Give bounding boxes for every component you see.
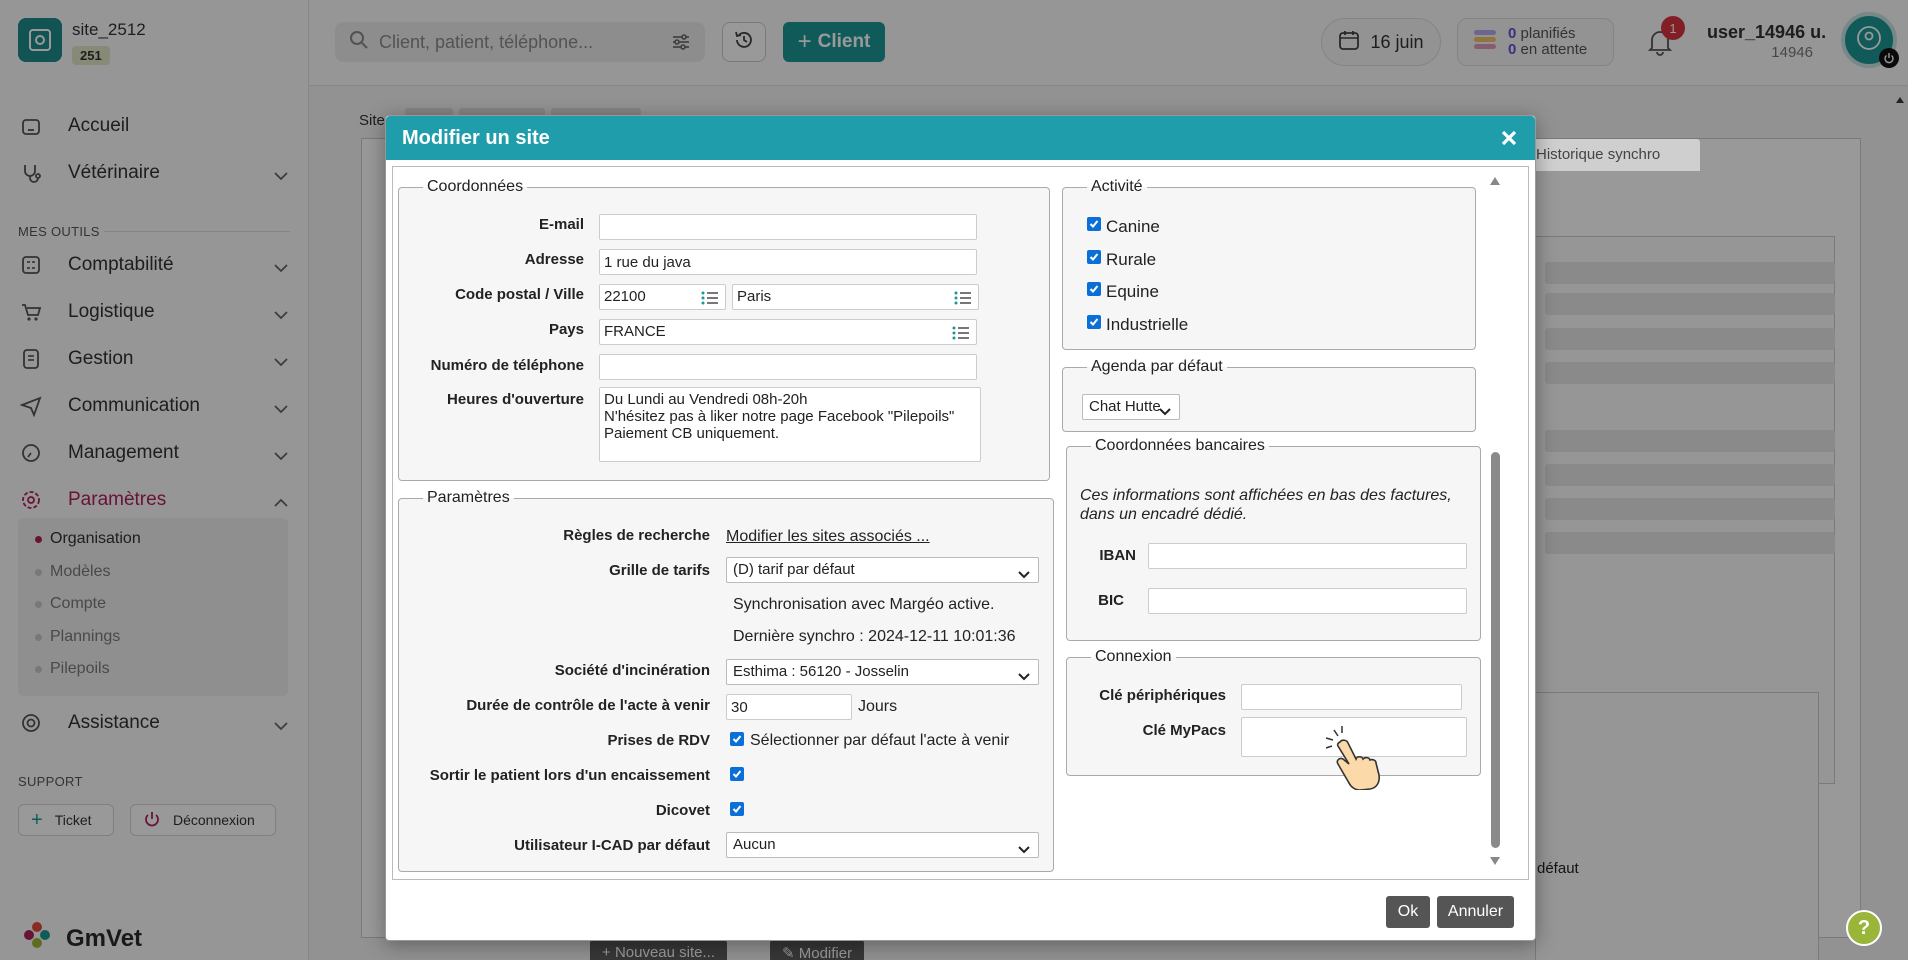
- legend-banque: Coordonnées bancaires: [1095, 437, 1265, 454]
- activity-checkbox-industrielle[interactable]: [1087, 315, 1101, 329]
- activity-checkbox-equine[interactable]: [1087, 282, 1101, 296]
- legend-agenda: Agenda par défaut: [1091, 358, 1223, 375]
- dialog-header: Modifier un site: [386, 116, 1535, 160]
- address-label: Adresse: [524, 251, 584, 268]
- agenda-select[interactable]: Chat Hutte: [1082, 394, 1180, 420]
- bic-field[interactable]: [1148, 588, 1467, 614]
- dialog-title: Modifier un site: [402, 127, 550, 149]
- peripherals-key-field[interactable]: [1241, 684, 1462, 710]
- peripherals-key-label: Clé périphériques: [1099, 687, 1226, 704]
- activity-label: Canine: [1106, 217, 1160, 236]
- exit-patient-checkbox[interactable]: [730, 767, 744, 781]
- icad-select[interactable]: Aucun: [726, 832, 1039, 858]
- legend-connexion: Connexion: [1095, 648, 1172, 665]
- incineration-value: Esthima : 56120 - Josselin: [733, 663, 909, 680]
- city-field[interactable]: Paris: [732, 284, 979, 310]
- activity-checkbox-canine[interactable]: [1087, 217, 1101, 231]
- price-grid-select[interactable]: (D) tarif par défaut: [726, 557, 1039, 583]
- dicovet-label: Dicovet: [655, 802, 710, 819]
- scroll-up-icon[interactable]: [1895, 96, 1905, 104]
- phone-label: Numéro de téléphone: [430, 357, 584, 374]
- hours-label: Heures d'ouverture: [447, 391, 584, 408]
- dicovet-checkbox[interactable]: [730, 802, 744, 816]
- control-duration-field[interactable]: [726, 694, 852, 720]
- incineration-select[interactable]: Esthima : 56120 - Josselin: [726, 659, 1039, 685]
- ok-button[interactable]: Ok: [1386, 896, 1430, 928]
- country-value: FRANCE: [604, 323, 666, 340]
- phone-field[interactable]: [599, 354, 977, 380]
- icad-label: Utilisateur I-CAD par défaut: [514, 837, 710, 854]
- email-field[interactable]: [599, 214, 977, 240]
- price-grid-label: Grille de tarifs: [609, 562, 710, 579]
- pointer-hand-icon: [1320, 724, 1390, 795]
- scroll-up-icon[interactable]: [1489, 176, 1501, 186]
- associated-sites-link[interactable]: Modifier les sites associés ...: [726, 528, 930, 546]
- zip-value: 22100: [604, 288, 646, 305]
- incineration-label: Société d'incinération: [554, 662, 710, 679]
- price-grid-value: (D) tarif par défaut: [733, 561, 855, 578]
- chevron-down-icon: [1018, 566, 1030, 583]
- rdv-checkbox-label: Sélectionner par défaut l'acte à venir: [750, 732, 1010, 749]
- tab-historique-synchro[interactable]: Historique synchro: [1530, 139, 1700, 171]
- sync-status-text: Synchronisation avec Margéo active.: [733, 596, 995, 613]
- hours-field[interactable]: Du Lundi au Vendredi 08h-20h N'hésitez p…: [599, 387, 981, 462]
- rdv-checkbox[interactable]: [730, 732, 744, 746]
- search-rules-label: Règles de recherche: [563, 527, 710, 544]
- chevron-down-icon: [1018, 841, 1030, 858]
- email-label: E-mail: [538, 216, 584, 233]
- control-duration-unit: Jours: [858, 698, 898, 715]
- activity-label: Rurale: [1106, 250, 1157, 269]
- cancel-button[interactable]: Annuler: [1437, 896, 1514, 928]
- iban-label: IBAN: [1099, 547, 1136, 564]
- close-icon[interactable]: [1497, 126, 1521, 150]
- icad-value: Aucun: [733, 836, 776, 853]
- legend-coordonnees: Coordonnées: [427, 178, 524, 195]
- activity-checkbox-rurale[interactable]: [1087, 250, 1101, 264]
- bank-info-note: Ces informations sont affichées en bas d…: [1080, 487, 1452, 523]
- legend-activite: Activité: [1091, 178, 1143, 195]
- list-icon[interactable]: [952, 325, 970, 345]
- activity-label: Industrielle: [1106, 315, 1189, 334]
- list-icon[interactable]: [954, 290, 972, 310]
- bic-label: BIC: [1098, 592, 1124, 609]
- country-field[interactable]: FRANCE: [599, 319, 977, 345]
- last-sync-text: Dernière synchro : 2024-12-11 10:01:36: [733, 628, 1016, 645]
- help-icon[interactable]: ?: [1846, 910, 1882, 946]
- rdv-label: Prises de RDV: [607, 732, 710, 749]
- chevron-down-icon: [1018, 668, 1030, 685]
- mypacs-key-label: Clé MyPacs: [1142, 722, 1226, 739]
- iban-field[interactable]: [1148, 543, 1467, 569]
- agenda-value: Chat Hutte: [1089, 398, 1161, 415]
- exit-patient-label: Sortir le patient lors d'un encaissement: [429, 767, 710, 784]
- chevron-down-icon: [1159, 403, 1171, 420]
- activity-label: Equine: [1106, 282, 1159, 301]
- zip-field[interactable]: 22100: [599, 284, 726, 310]
- page-scrollbar[interactable]: [1896, 96, 1904, 956]
- city-value: Paris: [737, 288, 772, 305]
- scroll-down-icon[interactable]: [1489, 856, 1501, 866]
- control-duration-label: Durée de contrôle de l'acte à venir: [466, 697, 710, 714]
- address-field[interactable]: [599, 249, 977, 275]
- country-label: Pays: [548, 321, 584, 338]
- zip-city-label: Code postal / Ville: [455, 286, 584, 303]
- dialog-scrollbar-thumb[interactable]: [1491, 452, 1500, 848]
- legend-parametres: Paramètres: [427, 489, 510, 506]
- list-icon[interactable]: [701, 290, 719, 310]
